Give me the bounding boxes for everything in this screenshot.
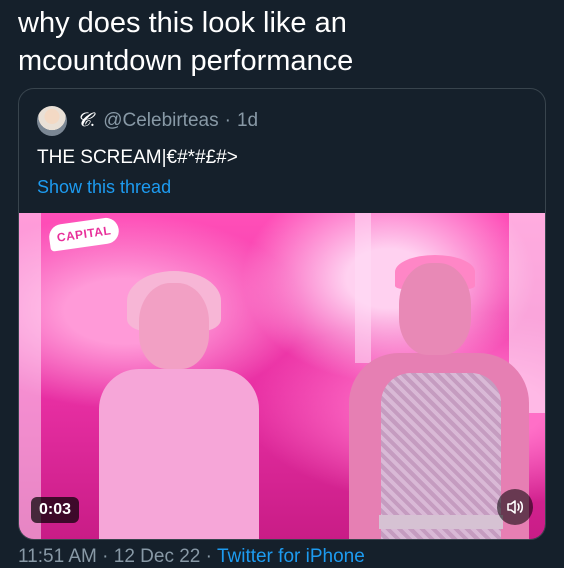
quoted-handle[interactable]: @Celebirteas	[103, 110, 218, 132]
avatar[interactable]	[37, 106, 67, 136]
quoted-tweet-card[interactable]: 𝓒. @Celebirteas · 1d THE SCREAM|€#*#£#> …	[18, 88, 546, 540]
tweet-text: why does this look like an mcountdown pe…	[18, 7, 354, 77]
quoted-display-name[interactable]: 𝓒.	[77, 110, 95, 132]
quoted-tweet-header: 𝓒. @Celebirteas · 1d	[37, 103, 258, 139]
video-player[interactable]: CAPITAL 0:03	[19, 213, 545, 539]
speaker-icon[interactable]	[497, 489, 533, 525]
capital-logo: CAPITAL	[47, 216, 121, 252]
tweet-footer: 11:51 AM · 12 Dec 22 · Twitter for iPhon…	[18, 546, 365, 568]
quoted-tweet-text: THE SCREAM|€#*#£#>	[37, 147, 238, 168]
stage-light	[19, 213, 41, 539]
video-duration: 0:03	[31, 497, 80, 523]
quoted-timestamp[interactable]: 1d	[237, 110, 258, 132]
header-separator: ·	[224, 110, 231, 131]
show-thread-link[interactable]: Show this thread	[37, 177, 171, 198]
performer-left	[79, 253, 279, 539]
